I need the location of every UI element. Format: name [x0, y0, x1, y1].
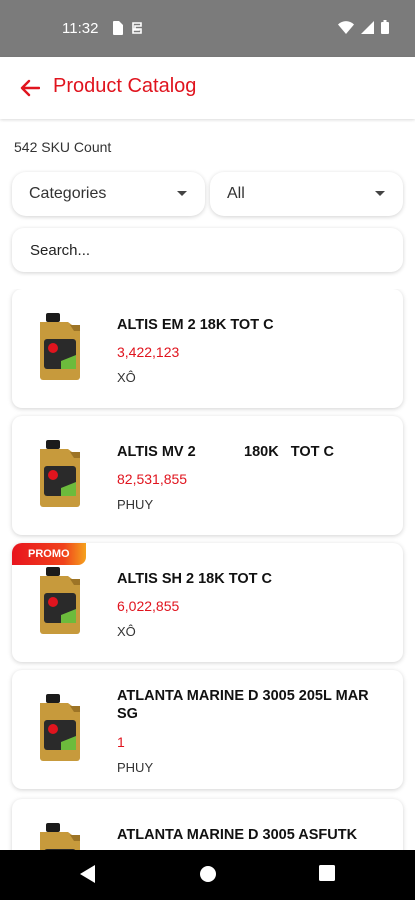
signal-icon [361, 20, 374, 34]
back-button[interactable] [16, 74, 44, 102]
caret-down-icon [375, 191, 385, 196]
status-left-icons [112, 21, 143, 35]
oil-can-icon [40, 313, 80, 380]
battery-icon [381, 20, 389, 34]
product-unit: XÔ [117, 624, 136, 639]
nav-back-icon[interactable] [80, 865, 96, 883]
product-unit: PHUY [117, 760, 154, 775]
product-card[interactable]: ALTIS EM 2 18K TOT C 3,422,123 XÔ [12, 289, 403, 408]
product-name: ALTIS EM 2 18K TOT C [117, 317, 274, 333]
product-price: 3,422,123 [117, 344, 180, 360]
category-dropdown[interactable]: Categories [12, 172, 205, 216]
sku-count: 542 SKU Count [14, 139, 112, 155]
sim-card-icon [113, 21, 123, 35]
app-bar: Product Catalog [0, 57, 415, 119]
product-list[interactable]: ALTIS EM 2 18K TOT C 3,422,123 XÔ ALTIS … [0, 289, 415, 850]
oil-can-icon [40, 694, 80, 761]
product-card[interactable]: ATLANTA MARINE D 3005 ASFUTK [12, 799, 403, 850]
wifi-icon [338, 20, 354, 34]
nav-home-icon[interactable] [199, 865, 217, 883]
product-price: 6,022,855 [117, 598, 180, 614]
product-name: ATLANTA MARINE D 3005 205L MAR SG [117, 688, 373, 722]
category-dropdown-label: Categories [29, 185, 107, 202]
product-name: ALTIS SH 2 18K TOT C [117, 571, 272, 587]
product-unit: XÔ [117, 370, 136, 385]
page-title: Product Catalog [53, 75, 197, 97]
system-nav-bar [0, 850, 415, 900]
subcategory-dropdown-label: All [227, 185, 245, 202]
oil-can-icon [40, 440, 80, 507]
sync-icon [132, 22, 142, 34]
caret-down-icon [177, 191, 187, 196]
promo-badge: PROMO [12, 543, 86, 565]
product-card[interactable]: ALTIS MV 2 180K TOT C 82,531,855 PHUY [12, 416, 403, 535]
subcategory-dropdown[interactable]: All [210, 172, 403, 216]
nav-recents-icon[interactable] [319, 865, 335, 881]
product-unit: PHUY [117, 497, 154, 512]
arrow-left-icon [20, 79, 40, 97]
product-card[interactable]: ATLANTA MARINE D 3005 205L MAR SG 1 PHUY [12, 670, 403, 789]
product-name: ALTIS MV 2 180K TOT C [117, 444, 335, 460]
product-card[interactable]: PROMO ALTIS SH 2 18K TOT C 6,022,855 XÔ [12, 543, 403, 662]
product-name: ATLANTA MARINE D 3005 ASFUTK [117, 827, 358, 843]
status-bar: 11:32 [0, 0, 415, 57]
product-price: 82,531,855 [117, 471, 188, 487]
oil-can-icon [40, 567, 80, 634]
status-time: 11:32 [62, 20, 99, 37]
status-right-icons [338, 20, 389, 34]
oil-can-icon [40, 823, 80, 850]
search-input[interactable] [12, 228, 403, 272]
product-price: 1 [117, 734, 125, 750]
